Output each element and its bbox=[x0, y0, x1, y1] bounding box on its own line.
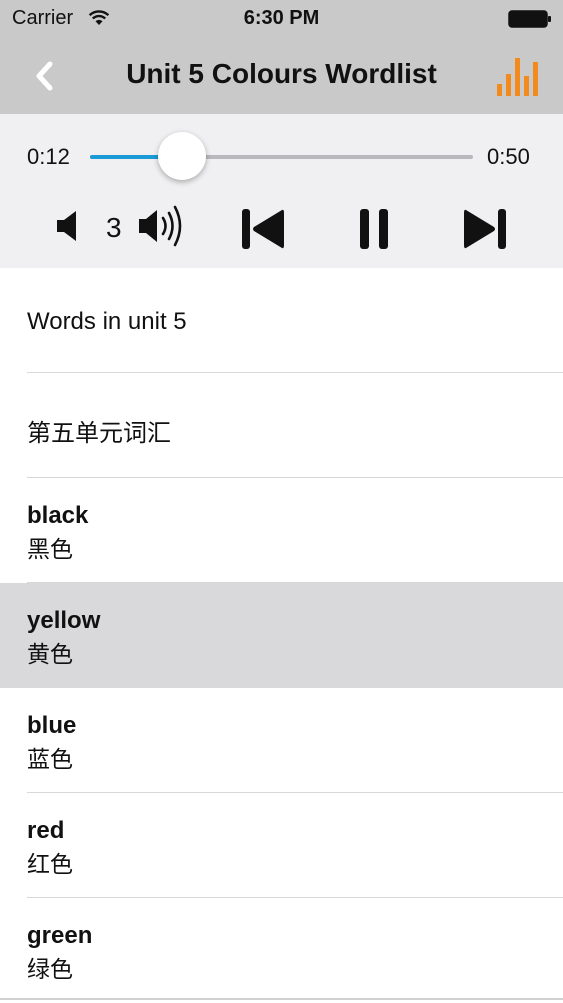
word-chinese: 红色 bbox=[27, 851, 73, 877]
list-header-chinese[interactable]: 第五单元词汇 bbox=[0, 373, 563, 478]
pause-icon bbox=[360, 209, 388, 249]
status-bar: Carrier 6:30 PM bbox=[0, 0, 563, 38]
navigation-bar: Unit 5 Colours Wordlist bbox=[0, 38, 563, 114]
duration-time: 0:50 bbox=[487, 144, 530, 169]
next-track-button[interactable] bbox=[462, 206, 508, 257]
word-list: Words in unit 5 第五单元词汇 black 黑色 yellow 黄… bbox=[0, 268, 563, 1003]
battery-icon bbox=[508, 10, 552, 33]
word-english: black bbox=[27, 502, 89, 529]
word-english: yellow bbox=[27, 607, 101, 634]
equalizer-icon bbox=[497, 58, 538, 96]
word-row[interactable]: black 黑色 bbox=[0, 478, 563, 583]
previous-track-button[interactable] bbox=[240, 206, 286, 257]
speaker-low-icon bbox=[57, 211, 76, 241]
word-chinese: 绿色 bbox=[27, 956, 73, 982]
volume-level: 3 bbox=[106, 212, 122, 243]
progress-slider[interactable] bbox=[90, 155, 473, 159]
word-row-selected[interactable]: yellow 黄色 bbox=[0, 583, 563, 688]
volume-up-button[interactable] bbox=[137, 201, 191, 256]
pause-button[interactable] bbox=[356, 206, 392, 257]
word-row[interactable]: green 绿色 bbox=[0, 898, 563, 1003]
top-bar: Carrier 6:30 PM Unit 5 Colours Wordlist bbox=[0, 0, 563, 114]
word-english: blue bbox=[27, 712, 77, 739]
word-english: green bbox=[27, 922, 93, 949]
current-time: 0:12 bbox=[27, 144, 70, 169]
skip-previous-icon bbox=[242, 209, 284, 249]
status-time: 6:30 PM bbox=[243, 7, 320, 29]
list-header-english-label: Words in unit 5 bbox=[27, 308, 187, 335]
list-header-chinese-label: 第五单元词汇 bbox=[27, 420, 171, 447]
word-chinese: 蓝色 bbox=[27, 746, 73, 772]
audio-player: 0:12 0:50 3 bbox=[0, 114, 563, 268]
word-english: red bbox=[27, 817, 65, 844]
speaker-high-icon bbox=[139, 205, 182, 247]
list-header-english[interactable]: Words in unit 5 bbox=[0, 268, 563, 373]
equalizer-button[interactable] bbox=[494, 54, 538, 98]
page-title: Unit 5 Colours Wordlist bbox=[126, 58, 437, 89]
word-chinese: 黄色 bbox=[27, 641, 73, 667]
progress-slider-thumb[interactable] bbox=[157, 132, 206, 180]
word-chinese: 黑色 bbox=[27, 536, 73, 562]
word-row[interactable]: blue 蓝色 bbox=[0, 688, 563, 793]
word-row[interactable]: red 红色 bbox=[0, 793, 563, 898]
skip-next-icon bbox=[464, 209, 506, 249]
volume-down-button[interactable] bbox=[54, 209, 82, 248]
